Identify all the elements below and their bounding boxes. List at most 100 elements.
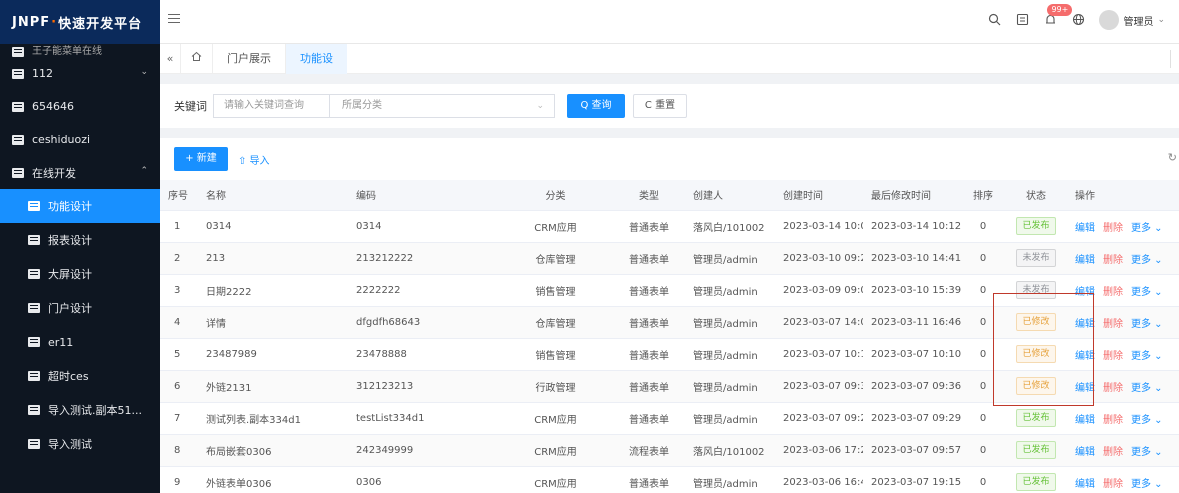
tab-home[interactable]	[180, 43, 212, 74]
sidebar-item-6[interactable]: 报表设计	[0, 223, 160, 257]
cell-sort: 0	[961, 434, 1005, 467]
category-placeholder: 所属分类	[342, 100, 382, 111]
delete-link[interactable]: 删除	[1103, 351, 1123, 362]
edit-link[interactable]: 编辑	[1075, 479, 1095, 490]
edit-link[interactable]: 编辑	[1075, 415, 1095, 426]
cell-creator: 管理员/admin	[685, 466, 775, 493]
chevron-down-icon: ⌄	[536, 101, 544, 111]
delete-link[interactable]: 删除	[1103, 287, 1123, 298]
globe-icon[interactable]	[1071, 13, 1085, 27]
reset-button[interactable]: C 重置	[633, 94, 687, 118]
more-dropdown[interactable]: 更多 ⌄	[1131, 415, 1163, 426]
sidebar-item-8[interactable]: 门户设计	[0, 291, 160, 325]
table-row[interactable]: 6 外链2131 312123213 行政管理 普通表单 管理员/admin 2023-03…	[160, 370, 1179, 403]
delete-link[interactable]: 删除	[1103, 223, 1123, 234]
delete-link[interactable]: 删除	[1103, 447, 1123, 458]
app-logo[interactable]: JNPF · 快速开发平台	[0, 0, 160, 44]
cell-type: 普通表单	[613, 274, 685, 307]
edit-link[interactable]: 编辑	[1075, 255, 1095, 266]
table-row[interactable]: 5 23487989 23478888 销售管理 普通表单 管理员/admin 2023-0…	[160, 338, 1179, 371]
table-row[interactable]: 2 213 213212222 仓库管理 普通表单 管理员/admin 2023-03-10…	[160, 242, 1179, 275]
cell-no: 8	[160, 434, 198, 467]
more-dropdown[interactable]: 更多 ⌄	[1131, 319, 1163, 330]
delete-link[interactable]: 删除	[1103, 255, 1123, 266]
menu-icon	[28, 371, 40, 381]
user-menu[interactable]: 管理员 ⌄	[1099, 10, 1165, 30]
sidebar-item-5[interactable]: 功能设计	[0, 189, 160, 223]
edit-link[interactable]: 编辑	[1075, 223, 1095, 234]
cell-sort: 0	[961, 338, 1005, 371]
cell-created: 2023-03-10 09:25	[775, 242, 863, 275]
cell-name: 详情	[198, 306, 348, 339]
cell-status: 未发布	[1005, 242, 1067, 275]
message-icon[interactable]	[1015, 13, 1029, 27]
delete-link[interactable]: 删除	[1103, 415, 1123, 426]
delete-link[interactable]: 删除	[1103, 383, 1123, 394]
edit-link[interactable]: 编辑	[1075, 383, 1095, 394]
cell-no: 4	[160, 306, 198, 339]
delete-link[interactable]: 删除	[1103, 319, 1123, 330]
cell-code: 312123213	[348, 370, 498, 403]
bell-icon[interactable]: 99+	[1043, 4, 1073, 27]
cell-actions: 编辑 删除 更多 ⌄	[1067, 210, 1179, 243]
edit-link[interactable]: 编辑	[1075, 287, 1095, 298]
sidebar-item-1[interactable]: 112 ⌄	[0, 57, 160, 90]
sidebar-item-label: 654646	[32, 100, 74, 113]
cell-creator: 管理员/admin	[685, 274, 775, 307]
new-button[interactable]: + 新建	[174, 147, 228, 171]
chevron-down-icon: ⌄	[1157, 15, 1165, 25]
tab-function-design[interactable]: 功能设	[285, 43, 347, 74]
more-dropdown[interactable]: 更多 ⌄	[1131, 383, 1163, 394]
tab-portal-display[interactable]: 门户展示	[212, 43, 285, 74]
cell-no: 5	[160, 338, 198, 371]
cell-status: 已修改	[1005, 306, 1067, 339]
cell-category: CRM应用	[498, 210, 613, 243]
more-dropdown[interactable]: 更多 ⌄	[1131, 223, 1163, 234]
cell-actions: 编辑 删除 更多 ⌄	[1067, 434, 1179, 467]
sidebar: JNPF · 快速开发平台 王子能菜单在线 112 ⌄ 654646 ceshiduozi 在…	[0, 0, 160, 493]
cell-actions: 编辑 删除 更多 ⌄	[1067, 370, 1179, 403]
sidebar-item-9[interactable]: er11	[0, 325, 160, 359]
sidebar-item-11[interactable]: 导入测试.副本51...	[0, 393, 160, 427]
table-row[interactable]: 4 详情 dfgdfh68643 仓库管理 普通表单 管理员/admin 2023-03-0…	[160, 306, 1179, 339]
double-chevron-left-icon[interactable]: «	[160, 52, 180, 65]
more-dropdown[interactable]: 更多 ⌄	[1131, 255, 1163, 266]
query-button[interactable]: Q 查询	[567, 94, 625, 118]
logo-title: 快速开发平台	[58, 16, 143, 32]
cell-status: 已发布	[1005, 466, 1067, 493]
cell-category: 仓库管理	[498, 306, 613, 339]
cell-sort: 0	[961, 370, 1005, 403]
more-dropdown[interactable]: 更多 ⌄	[1131, 287, 1163, 298]
table-row[interactable]: 8 布局嵌套0306 242349999 CRM应用 流程表单 落风白/101002 202…	[160, 434, 1179, 467]
cell-name: 测试列表.副本334d1	[198, 402, 348, 435]
search-icon[interactable]	[987, 13, 1001, 27]
edit-link[interactable]: 编辑	[1075, 319, 1095, 330]
edit-link[interactable]: 编辑	[1075, 447, 1095, 458]
table-row[interactable]: 1 0314 0314 CRM应用 普通表单 落风白/101002 2023-03-14 1…	[160, 210, 1179, 243]
status-badge: 已修改	[1016, 377, 1056, 395]
refresh-icon[interactable]: ↻	[1168, 151, 1177, 164]
table-row[interactable]: 9 外链表单0306 0306 CRM应用 普通表单 管理员/admin 2023-03-0…	[160, 466, 1179, 493]
more-dropdown[interactable]: 更多 ⌄	[1131, 351, 1163, 362]
import-button[interactable]: ⇧ 导入	[238, 152, 270, 167]
edit-link[interactable]: 编辑	[1075, 351, 1095, 362]
sidebar-item-0[interactable]: 王子能菜单在线	[0, 44, 160, 57]
delete-link[interactable]: 删除	[1103, 479, 1123, 490]
sidebar-item-4[interactable]: 在线开发 ⌃	[0, 156, 160, 189]
table-row[interactable]: 3 日期2222 2222222 销售管理 普通表单 管理员/admin 2023-03-0…	[160, 274, 1179, 307]
sidebar-item-2[interactable]: 654646	[0, 90, 160, 123]
cell-type: 普通表单	[613, 306, 685, 339]
category-select[interactable]: 所属分类 ⌄	[329, 94, 555, 118]
cell-modified: 2023-03-07 09:36	[863, 370, 961, 403]
cell-no: 1	[160, 210, 198, 243]
sidebar-item-10[interactable]: 超时ces	[0, 359, 160, 393]
sidebar-item-7[interactable]: 大屏设计	[0, 257, 160, 291]
sidebar-item-3[interactable]: ceshiduozi	[0, 123, 160, 156]
more-dropdown[interactable]: 更多 ⌄	[1131, 447, 1163, 458]
table-row[interactable]: 7 测试列表.副本334d1 testList334d1 CRM应用 普通表单 管理员/a…	[160, 402, 1179, 435]
sidebar-item-12[interactable]: 导入测试	[0, 427, 160, 461]
cell-created: 2023-03-06 17:23	[775, 434, 863, 467]
menu-toggle-icon[interactable]	[168, 14, 180, 26]
keyword-input[interactable]: 请输入关键词查询	[213, 94, 329, 118]
more-dropdown[interactable]: 更多 ⌄	[1131, 479, 1163, 490]
